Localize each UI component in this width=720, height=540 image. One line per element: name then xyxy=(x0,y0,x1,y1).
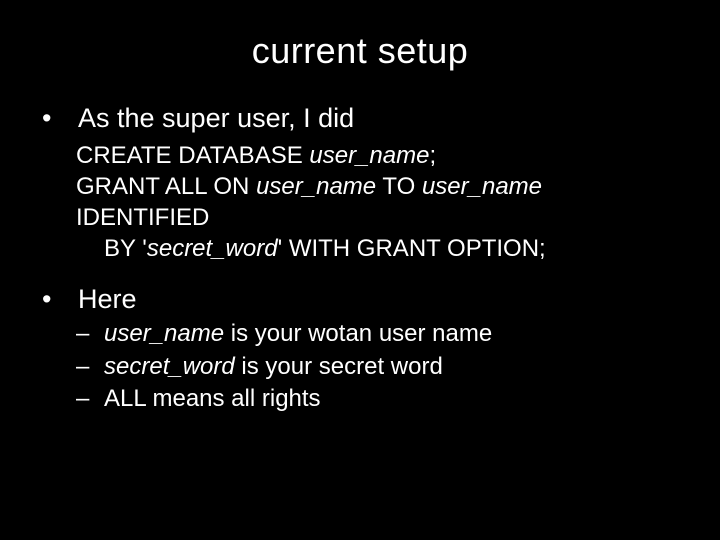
rest: ALL means all rights xyxy=(104,385,321,412)
slide: current setup • As the super user, I did… xyxy=(0,0,720,540)
dash-icon: – xyxy=(76,383,104,415)
sql-line: GRANT ALL ON user_name TO user_name IDEN… xyxy=(76,171,680,233)
rest: is your wotan user name xyxy=(224,320,492,347)
sql-var: user_name xyxy=(256,173,376,200)
sql-text: TO xyxy=(376,173,422,200)
sql-text: ; xyxy=(429,142,436,169)
list-item: – ALL means all rights xyxy=(76,383,680,415)
bullet-row: • Here xyxy=(40,283,680,317)
sql-var: secret_word xyxy=(147,235,278,262)
sub-list: – user_name is your wotan user name – se… xyxy=(76,318,680,415)
term: user_name xyxy=(104,320,224,347)
sql-line: BY 'secret_word' WITH GRANT OPTION; xyxy=(76,233,680,264)
dash-icon: – xyxy=(76,351,104,383)
list-item: • As the super user, I did CREATE DATABA… xyxy=(40,102,680,265)
sql-text: ' WITH GRANT OPTION; xyxy=(278,235,546,262)
sub-text: ALL means all rights xyxy=(104,383,321,415)
bullet-icon: • xyxy=(40,102,78,136)
bullet-text: Here xyxy=(78,283,137,317)
sql-text: GRANT ALL ON xyxy=(76,173,256,200)
list-item: – secret_word is your secret word xyxy=(76,351,680,383)
sql-var: user_name xyxy=(309,142,429,169)
bullet-row: • As the super user, I did xyxy=(40,102,680,136)
sql-text: CREATE DATABASE xyxy=(76,142,309,169)
term: secret_word xyxy=(104,353,235,380)
sql-text: IDENTIFIED xyxy=(76,204,209,231)
slide-title: current setup xyxy=(40,30,680,72)
sql-text: BY ' xyxy=(104,235,147,262)
bullet-icon: • xyxy=(40,283,78,317)
dash-icon: – xyxy=(76,318,104,350)
bullet-text: As the super user, I did xyxy=(78,102,354,136)
sub-text: user_name is your wotan user name xyxy=(104,318,492,350)
sql-block: CREATE DATABASE user_name; GRANT ALL ON … xyxy=(76,140,680,265)
sub-text: secret_word is your secret word xyxy=(104,351,443,383)
list-item: – user_name is your wotan user name xyxy=(76,318,680,350)
list-item: • Here – user_name is your wotan user na… xyxy=(40,283,680,416)
sql-var: user_name xyxy=(422,173,542,200)
bullet-list: • As the super user, I did CREATE DATABA… xyxy=(40,102,680,415)
rest: is your secret word xyxy=(235,353,443,380)
sql-line: CREATE DATABASE user_name; xyxy=(76,140,680,171)
